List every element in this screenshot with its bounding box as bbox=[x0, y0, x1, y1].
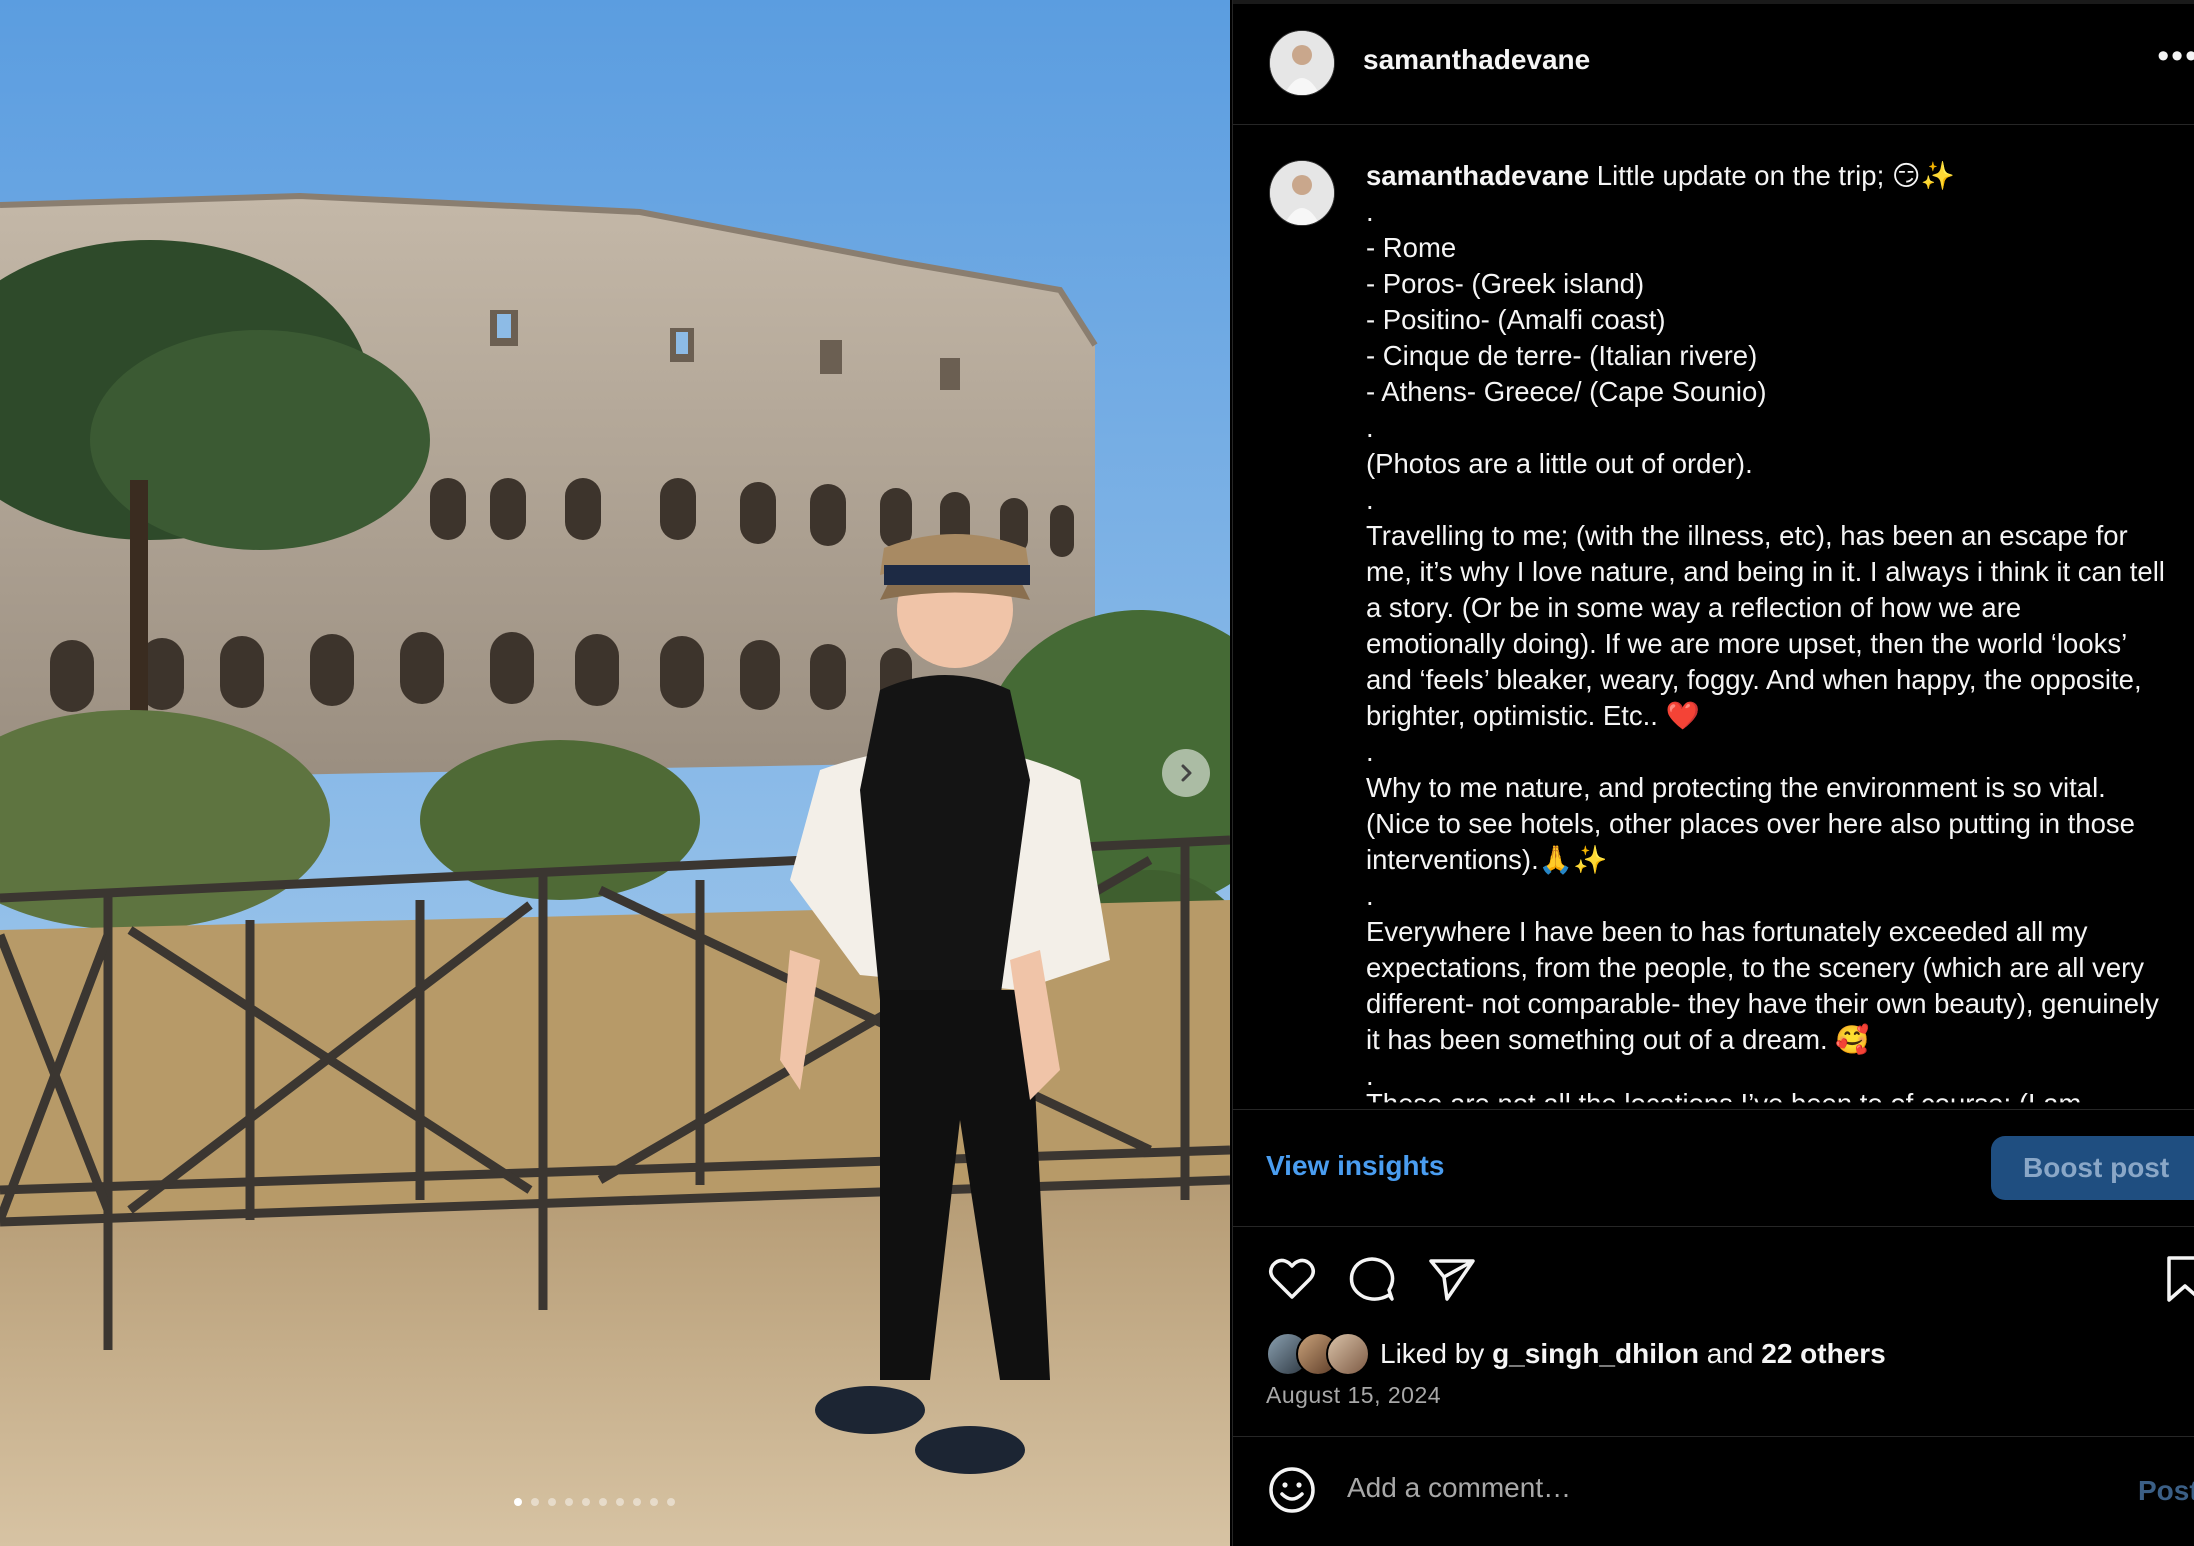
caption-line: . bbox=[1366, 196, 1374, 227]
carousel-dot bbox=[633, 1498, 641, 1506]
caption-line: - Cinque de terre- (Italian rivere) bbox=[1366, 340, 1758, 371]
boost-post-button[interactable]: Boost post bbox=[1991, 1136, 2194, 1200]
carousel-dot bbox=[616, 1498, 624, 1506]
view-insights-link[interactable]: View insights bbox=[1266, 1150, 1444, 1182]
likes-summary: Liked by g_singh_dhilon and 22 others bbox=[1266, 1332, 1886, 1376]
caption-line: - Rome bbox=[1366, 232, 1457, 263]
share-button[interactable] bbox=[1425, 1252, 1479, 1306]
caption-username[interactable]: samanthadevane bbox=[1366, 160, 1589, 191]
insights-row: View insights Boost post bbox=[1233, 1110, 2194, 1227]
carousel-dot bbox=[582, 1498, 590, 1506]
emoji-button[interactable] bbox=[1265, 1463, 1319, 1517]
caption-author-avatar[interactable] bbox=[1269, 160, 1335, 226]
caption-line: (Photos are a little out of order). bbox=[1366, 448, 1753, 479]
carousel-indicator bbox=[514, 1498, 675, 1506]
caption-overflow-line: These are not all the locations I’ve bee… bbox=[1366, 1088, 2082, 1110]
post-photo[interactable] bbox=[0, 0, 1230, 1546]
caption-text: samanthadevane Little update on the trip… bbox=[1366, 158, 2166, 1094]
post-date[interactable]: August 15, 2024 bbox=[1266, 1382, 1441, 1409]
like-button[interactable] bbox=[1265, 1252, 1319, 1306]
photo-scene bbox=[0, 0, 1230, 1546]
carousel-dot bbox=[667, 1498, 675, 1506]
carousel-dot bbox=[565, 1498, 573, 1506]
comment-icon bbox=[1349, 1257, 1395, 1301]
avatar-image bbox=[1270, 161, 1334, 225]
bookmark-icon bbox=[2167, 1256, 2194, 1302]
caption-line: . bbox=[1366, 412, 1374, 443]
caption-line: - Athens- Greece/ (Cape Sounio) bbox=[1366, 376, 1767, 407]
caption-line: . bbox=[1366, 484, 1374, 515]
post-comment-button[interactable]: Post bbox=[2138, 1475, 2194, 1507]
chevron-right-icon bbox=[1181, 764, 1192, 782]
author-avatar[interactable] bbox=[1269, 30, 1335, 96]
more-options-icon[interactable]: ••• bbox=[2157, 39, 2194, 73]
caption-paragraph: Why to me nature, and protecting the env… bbox=[1366, 772, 2143, 875]
carousel-dot bbox=[531, 1498, 539, 1506]
carousel-dot bbox=[650, 1498, 658, 1506]
liker-avatar bbox=[1326, 1332, 1370, 1376]
liked-by-prefix: Liked by bbox=[1380, 1338, 1493, 1369]
send-icon bbox=[1429, 1259, 1475, 1301]
post-details-panel: samanthadevane ••• samanthadevane Little… bbox=[1232, 0, 2194, 1546]
avatar-image bbox=[1270, 31, 1334, 95]
liker-avatars bbox=[1266, 1332, 1370, 1376]
heart-icon bbox=[1269, 1258, 1315, 1299]
likes-others-link[interactable]: 22 others bbox=[1761, 1338, 1886, 1370]
caption-line: - Poros- (Greek island) bbox=[1366, 268, 1645, 299]
carousel-next-button[interactable] bbox=[1162, 749, 1210, 797]
liked-by-middle: and bbox=[1698, 1338, 1762, 1369]
caption-line: - Positino- (Amalfi coast) bbox=[1366, 304, 1666, 335]
author-username[interactable]: samanthadevane bbox=[1363, 44, 1590, 76]
carousel-dot bbox=[599, 1498, 607, 1506]
caption-intro: Little update on the trip; 😏✨ bbox=[1589, 160, 1955, 191]
post-actions: Liked by g_singh_dhilon and 22 others Au… bbox=[1233, 1226, 2194, 1437]
save-button[interactable] bbox=[2161, 1252, 2194, 1306]
comment-input[interactable] bbox=[1345, 1471, 2049, 1505]
caption-line: . bbox=[1366, 880, 1374, 911]
caption-line: . bbox=[1366, 736, 1374, 767]
caption-section: samanthadevane Little update on the trip… bbox=[1233, 124, 2194, 1110]
emoji-icon bbox=[1269, 1467, 1315, 1513]
caption-first-line: samanthadevane Little update on the trip… bbox=[1366, 158, 2166, 194]
comment-button[interactable] bbox=[1345, 1252, 1399, 1306]
carousel-dot bbox=[514, 1498, 522, 1506]
caption-paragraph: Travelling to me; (with the illness, etc… bbox=[1366, 520, 2173, 731]
post-header: samanthadevane ••• bbox=[1233, 0, 2194, 125]
comment-composer: Post bbox=[1233, 1437, 2194, 1546]
caption-paragraph: Everywhere I have been to has fortunatel… bbox=[1366, 916, 2167, 1055]
liker-username[interactable]: g_singh_dhilon bbox=[1492, 1338, 1699, 1370]
carousel-dot bbox=[548, 1498, 556, 1506]
